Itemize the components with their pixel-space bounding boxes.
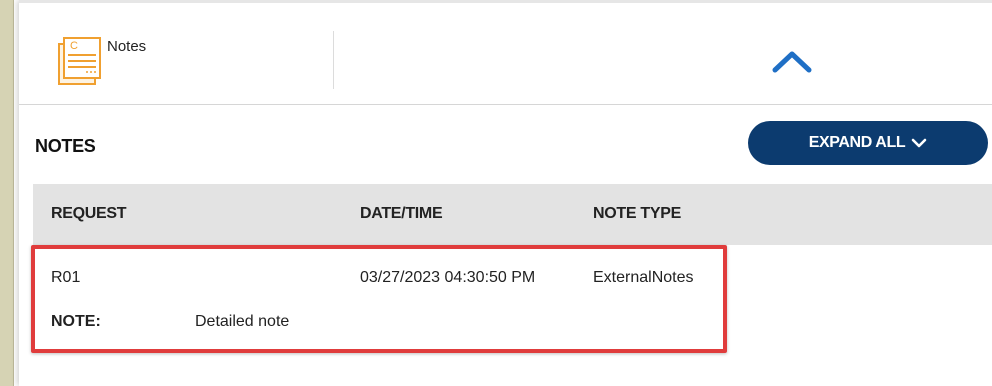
cell-note-type: ExternalNotes	[593, 269, 694, 286]
cell-request: R01	[51, 269, 81, 286]
section-title: NOTES	[35, 136, 96, 156]
notes-document-icon[interactable]: C	[56, 35, 104, 87]
note-text: Detailed note	[195, 313, 290, 330]
cell-datetime: 03/27/2023 04:30:50 PM	[360, 269, 536, 286]
column-header-request[interactable]: REQUEST	[51, 205, 127, 223]
column-header-note-type[interactable]: NOTE TYPE	[593, 205, 681, 223]
left-edge-bar	[0, 0, 14, 386]
notes-panel: C Notes NOTES EXPAND ALL REQUEST DATE/TI…	[19, 0, 992, 386]
expand-all-button[interactable]: EXPAND ALL	[748, 121, 988, 165]
chevron-up-icon	[772, 51, 812, 73]
svg-text:C: C	[70, 40, 78, 52]
table-header-row: REQUEST DATE/TIME NOTE TYPE	[33, 184, 992, 245]
collapse-button[interactable]	[767, 43, 817, 77]
table-row[interactable]: R01 03/27/2023 04:30:50 PM ExternalNotes…	[31, 245, 727, 353]
chevron-down-icon	[911, 138, 927, 148]
panel-header: C Notes	[19, 3, 992, 105]
header-divider	[333, 31, 334, 89]
tab-label-notes[interactable]: Notes	[107, 38, 146, 55]
note-label: NOTE:	[51, 313, 101, 330]
expand-all-label: EXPAND ALL	[808, 134, 906, 151]
column-header-datetime[interactable]: DATE/TIME	[360, 205, 443, 223]
